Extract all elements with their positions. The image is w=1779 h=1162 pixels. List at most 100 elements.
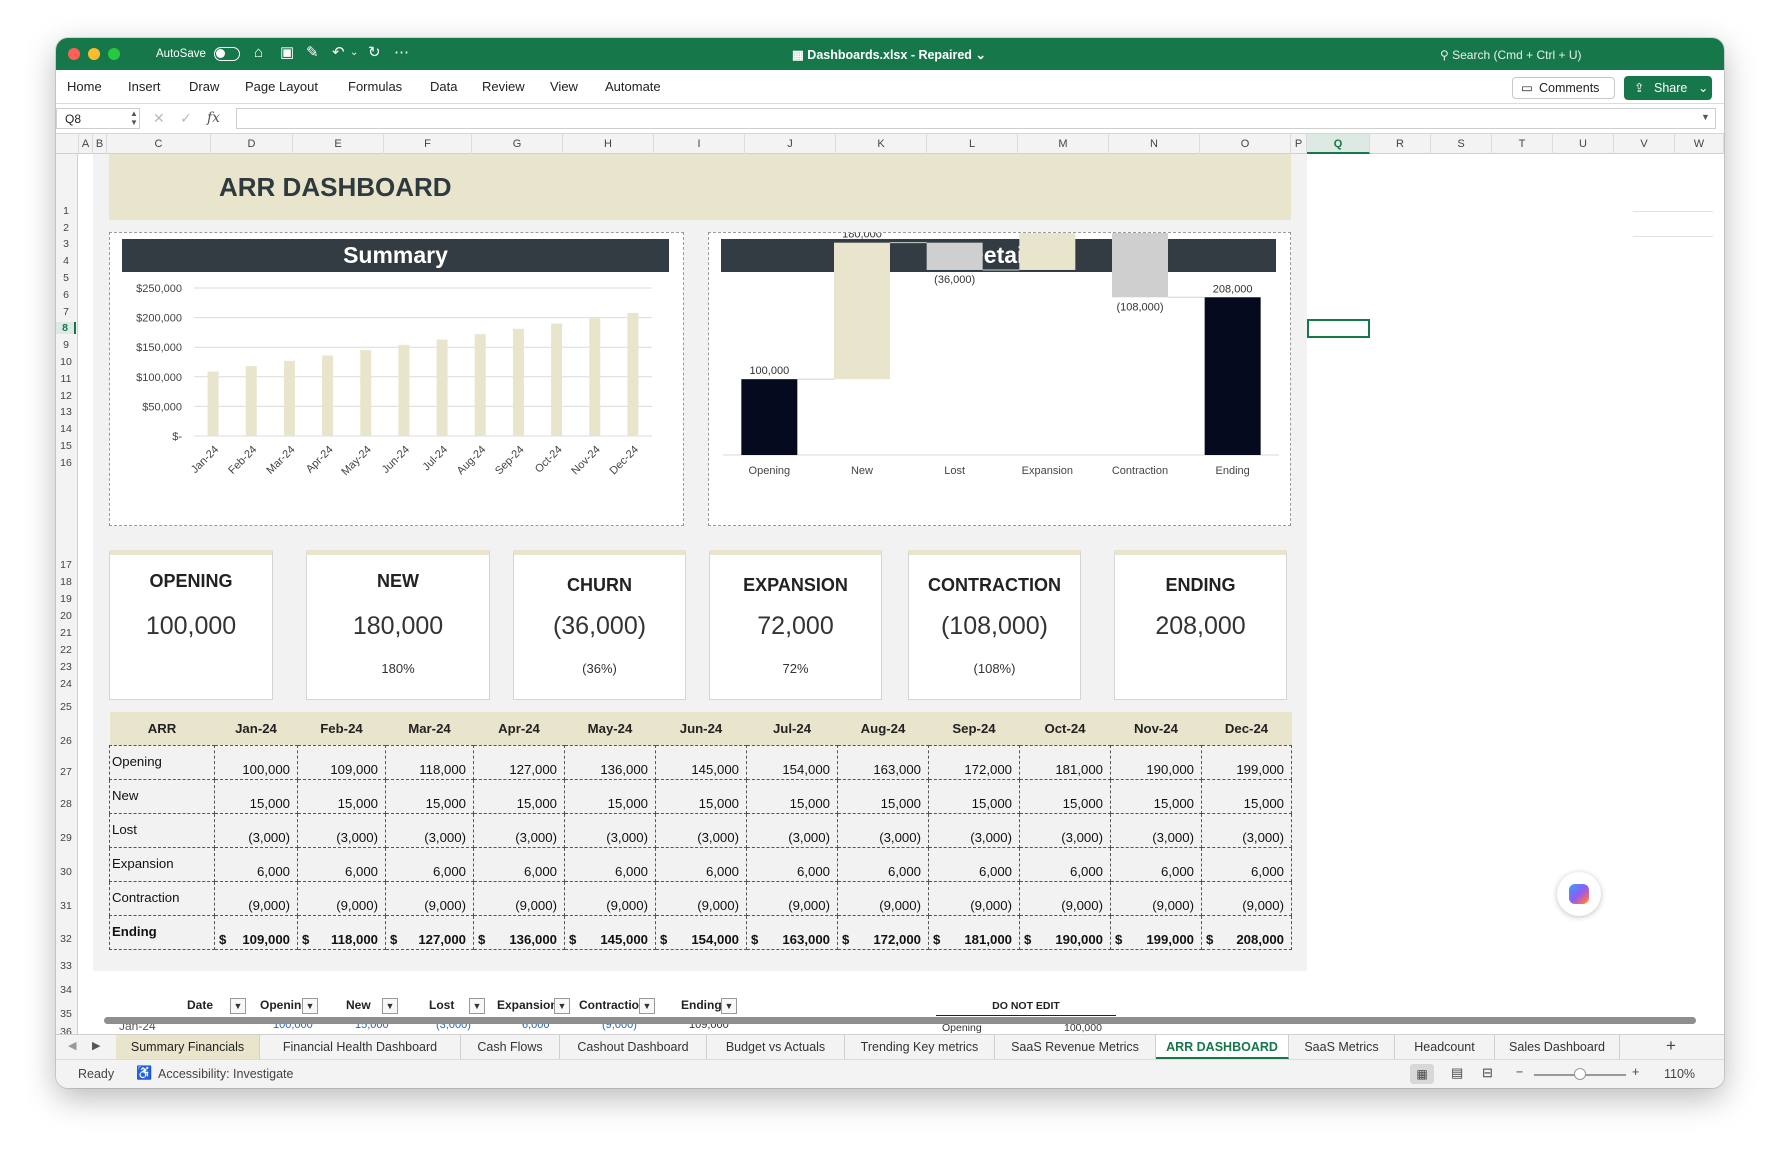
table-cell[interactable]: (3,000) xyxy=(297,812,386,848)
row-label[interactable]: Opening xyxy=(109,744,215,780)
row-label[interactable]: Lost xyxy=(109,812,215,848)
sheet-tab[interactable]: Cashout Dashboard xyxy=(560,1035,707,1059)
table-cell[interactable]: (9,000) xyxy=(746,880,838,916)
function-icon[interactable]: fx xyxy=(207,110,220,126)
table-cell[interactable]: 15,000 xyxy=(385,778,474,814)
column-header[interactable]: F xyxy=(384,134,472,154)
sheet-tab[interactable]: SaaS Metrics xyxy=(1289,1035,1395,1059)
table-cell[interactable]: (3,000) xyxy=(1019,812,1111,848)
page-layout-icon[interactable]: ▤ xyxy=(1451,1065,1463,1081)
row-label[interactable]: Expansion xyxy=(109,846,215,882)
menu-formulas[interactable]: Formulas xyxy=(348,79,402,94)
table-cell[interactable]: (3,000) xyxy=(1110,812,1202,848)
select-all-corner[interactable] xyxy=(56,134,79,154)
filter-dropdown-icon[interactable]: ▼ xyxy=(382,998,398,1014)
table-cell[interactable]: 6,000 xyxy=(297,846,386,882)
row-header[interactable]: 5 xyxy=(56,272,76,284)
row-header[interactable]: 1 xyxy=(56,205,76,217)
table-cell[interactable]: 172,000 xyxy=(928,744,1020,780)
detail-chart-box[interactable]: Detail 100,000 Opening 180,000 New (36,000) L… xyxy=(708,232,1291,526)
table-cell[interactable]: $208,000 xyxy=(1201,914,1292,950)
column-header[interactable]: W xyxy=(1675,134,1724,154)
document-title[interactable]: ▦ Dashboards.xlsx - Repaired ⌄ xyxy=(792,47,986,62)
row-header[interactable]: 19 xyxy=(56,593,76,605)
row-header[interactable]: 26 xyxy=(56,735,76,747)
formula-input[interactable] xyxy=(236,108,1716,129)
sheet-tab-active[interactable]: ARR DASHBOARD xyxy=(1156,1035,1289,1059)
table-cell[interactable]: (3,000) xyxy=(473,812,565,848)
zoom-slider-thumb[interactable] xyxy=(1574,1068,1586,1080)
table-cell[interactable]: (9,000) xyxy=(214,880,298,916)
table-cell[interactable]: (9,000) xyxy=(473,880,565,916)
menu-home[interactable]: Home xyxy=(67,79,102,94)
table-cell[interactable]: (9,000) xyxy=(655,880,747,916)
row-header[interactable]: 25 xyxy=(56,701,76,713)
row-header[interactable]: 31 xyxy=(56,900,76,912)
share-button[interactable]: ⇪ Share ⌄ xyxy=(1624,76,1712,100)
selected-cell-q8[interactable] xyxy=(1307,319,1370,338)
table-cell[interactable]: 190,000 xyxy=(1110,744,1202,780)
table-cell[interactable]: (9,000) xyxy=(1110,880,1202,916)
table-cell[interactable]: 6,000 xyxy=(1201,846,1292,882)
row-header[interactable]: 6 xyxy=(56,289,76,301)
row-header[interactable]: 14 xyxy=(56,423,76,435)
column-header[interactable]: V xyxy=(1614,134,1675,154)
row-header[interactable]: 17 xyxy=(56,559,76,571)
row-header[interactable]: 2 xyxy=(56,222,76,234)
column-header[interactable]: I xyxy=(654,134,745,154)
autosave-toggle[interactable] xyxy=(214,47,240,61)
row-header[interactable]: 21 xyxy=(56,627,76,639)
column-header[interactable]: D xyxy=(211,134,293,154)
row-header-selected[interactable]: 8 xyxy=(56,322,76,334)
table-cell[interactable]: $172,000 xyxy=(837,914,929,950)
table-cell[interactable]: (3,000) xyxy=(928,812,1020,848)
table-cell[interactable]: 127,000 xyxy=(473,744,565,780)
table-cell[interactable]: 109,000 xyxy=(297,744,386,780)
row-header[interactable]: 28 xyxy=(56,798,76,810)
filter-dropdown-icon[interactable]: ▼ xyxy=(554,998,570,1014)
table-cell[interactable]: 6,000 xyxy=(473,846,565,882)
sheet-tab[interactable]: Cash Flows xyxy=(461,1035,560,1059)
column-header[interactable]: L xyxy=(927,134,1018,154)
table-cell[interactable]: (3,000) xyxy=(1201,812,1292,848)
sheet-grid[interactable]: ARR DASHBOARD Summary $250,000 $200,000 $1… xyxy=(79,154,1724,1034)
enter-icon[interactable]: ✓ xyxy=(180,110,192,127)
table-cell[interactable]: $145,000 xyxy=(564,914,656,950)
row-header[interactable]: 16 xyxy=(56,457,76,469)
table-cell[interactable]: (3,000) xyxy=(746,812,838,848)
row-header[interactable]: 29 xyxy=(56,832,76,844)
table-cell[interactable]: $154,000 xyxy=(655,914,747,950)
stepper-icon[interactable]: ▲ ▼ xyxy=(130,109,138,127)
menu-insert[interactable]: Insert xyxy=(128,79,161,94)
undo-icon[interactable]: ↶ xyxy=(332,44,345,62)
row-header[interactable]: 3 xyxy=(56,238,76,250)
row-header[interactable]: 33 xyxy=(56,960,76,972)
table-cell[interactable]: 199,000 xyxy=(1201,744,1292,780)
table-cell[interactable]: 6,000 xyxy=(564,846,656,882)
table-cell[interactable]: 15,000 xyxy=(473,778,565,814)
row-header[interactable]: 22 xyxy=(56,644,76,656)
table-cell[interactable]: (3,000) xyxy=(655,812,747,848)
column-header[interactable]: B xyxy=(93,134,107,154)
table-cell[interactable]: (9,000) xyxy=(564,880,656,916)
row-header[interactable]: 35 xyxy=(56,1008,76,1020)
sheet-tab[interactable]: Summary Financials xyxy=(116,1035,260,1059)
table-cell[interactable]: 6,000 xyxy=(385,846,474,882)
table-cell[interactable]: $127,000 xyxy=(385,914,474,950)
table-cell[interactable]: 15,000 xyxy=(746,778,838,814)
accessibility-status[interactable]: Accessibility: Investigate xyxy=(158,1067,293,1081)
row-header[interactable]: 18 xyxy=(56,576,76,588)
filter-dropdown-icon[interactable]: ▼ xyxy=(469,998,485,1014)
table-cell[interactable]: 6,000 xyxy=(1019,846,1111,882)
table-cell[interactable]: 118,000 xyxy=(385,744,474,780)
next-sheet-icon[interactable]: ▶ xyxy=(92,1039,100,1052)
zoom-level[interactable]: 110% xyxy=(1664,1067,1695,1081)
table-cell[interactable]: $181,000 xyxy=(928,914,1020,950)
table-cell[interactable]: 15,000 xyxy=(655,778,747,814)
table-cell[interactable]: $163,000 xyxy=(746,914,838,950)
sheet-tab[interactable]: Financial Health Dashboard xyxy=(260,1035,461,1059)
row-header[interactable]: 12 xyxy=(56,390,76,402)
edit-icon[interactable]: ✎ xyxy=(306,44,319,62)
row-header[interactable]: 24 xyxy=(56,678,76,690)
row-header[interactable]: 7 xyxy=(56,306,76,318)
